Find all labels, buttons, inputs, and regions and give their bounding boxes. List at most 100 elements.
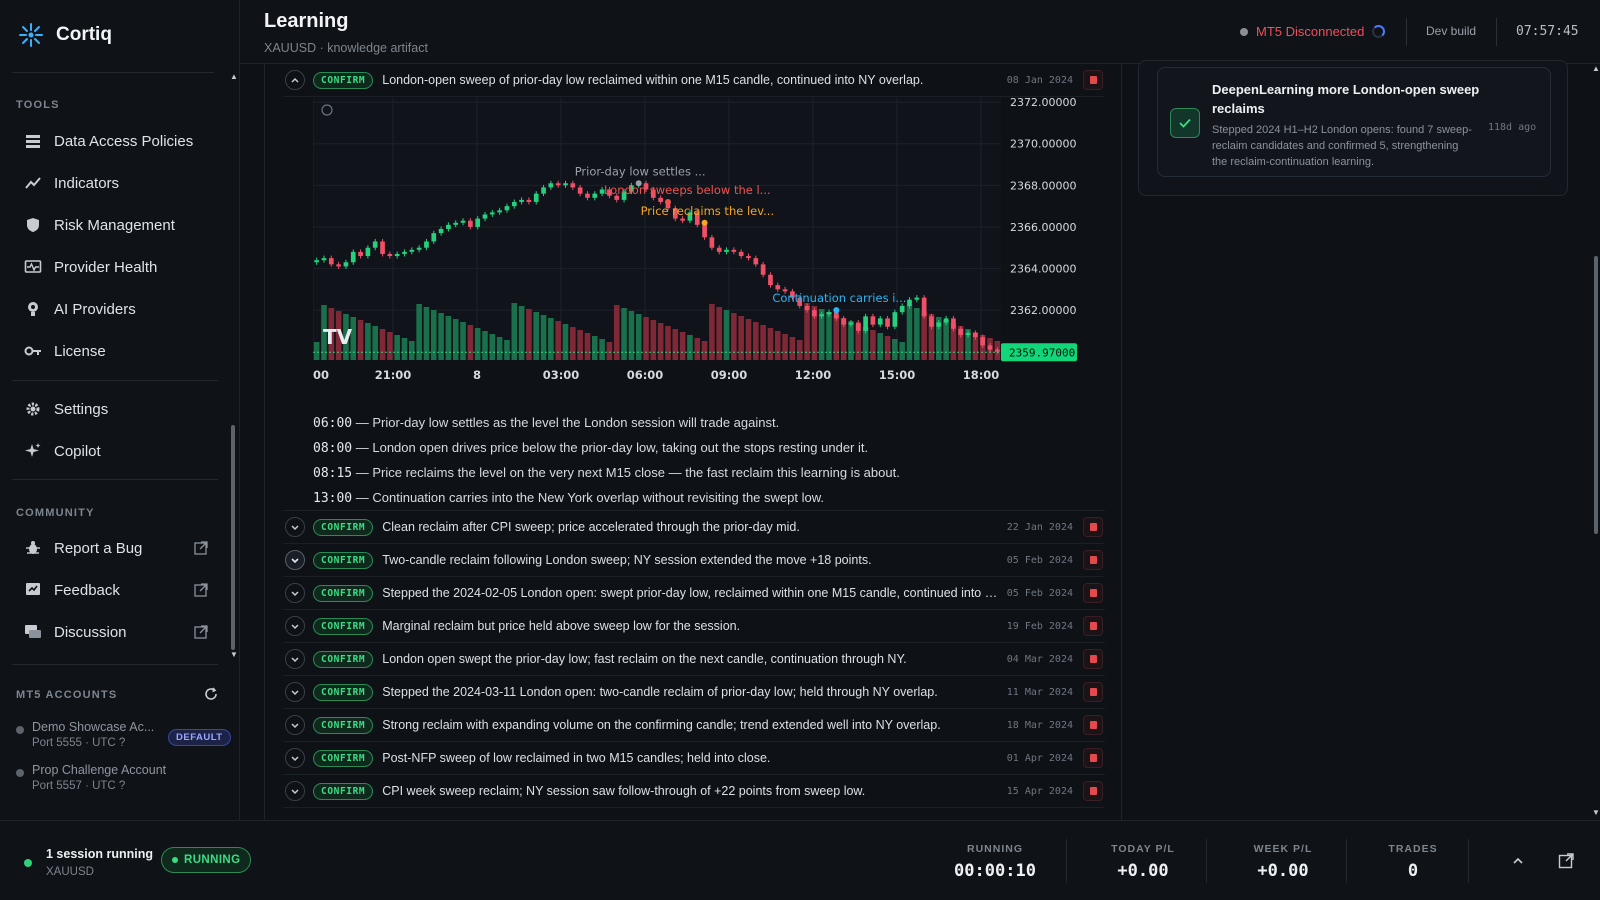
candle-body (468, 220, 473, 227)
collapse-button[interactable] (285, 70, 305, 90)
brand[interactable]: Cortiq (18, 22, 112, 48)
expand-button[interactable] (285, 682, 305, 702)
refresh-icon[interactable] (204, 687, 218, 701)
sidebar-item-data-access-policies[interactable]: Data Access Policies (24, 126, 210, 156)
confirm-tag: CONFIRM (313, 650, 374, 668)
candle-body (833, 312, 839, 319)
scroll-down-arrow-icon[interactable]: ▼ (230, 650, 238, 659)
sidebar-item-settings[interactable]: Settings (24, 394, 210, 424)
footer-status-bar: 1 session running XAUUSD RUNNING RUNNING… (0, 820, 1600, 900)
candle-body (592, 193, 598, 198)
section-title-community: COMMUNITY (16, 507, 95, 519)
learning-date: 22 Jan 2024 (1006, 521, 1073, 533)
volume-bar (796, 340, 803, 360)
stat-trades: TRADES 0 (1358, 843, 1468, 881)
learning-row[interactable]: CONFIRM Two-candle reclaim following Lon… (283, 544, 1105, 577)
expand-button[interactable] (285, 517, 305, 537)
price-chart[interactable]: 2359.97000 2372.00000 2370.00000 2368.00000… (312, 96, 1093, 418)
cortiq-logo-icon (19, 23, 43, 47)
delete-button[interactable] (1083, 550, 1103, 570)
delete-button[interactable] (1083, 715, 1103, 735)
sidebar-item-report-a-bug[interactable]: Report a Bug (24, 533, 210, 563)
account-item-demo-showcase[interactable]: Demo Showcase Ac... Port 5555 · UTC ? (16, 720, 154, 749)
account-item-prop-challenge[interactable]: Prop Challenge Account Port 5557 · UTC ? (16, 763, 166, 792)
divider (12, 479, 218, 480)
stat-label: TODAY P/L (1111, 843, 1175, 855)
scroll-up-arrow-icon[interactable]: ▲ (1592, 64, 1600, 73)
sidebar-item-risk-management[interactable]: Risk Management (24, 210, 210, 240)
session-title: 1 session running (46, 847, 153, 861)
expand-button[interactable] (285, 649, 305, 669)
delete-button[interactable] (1083, 616, 1103, 636)
delete-button[interactable] (1083, 583, 1103, 603)
volume-bar (767, 328, 774, 360)
volume-bar (482, 331, 488, 360)
scroll-up-arrow-icon[interactable]: ▲ (230, 72, 238, 81)
expand-button[interactable] (285, 616, 305, 636)
volume-bar (313, 342, 320, 360)
sidebar-item-label: License (54, 342, 106, 360)
sidebar-item-license[interactable]: License (24, 336, 210, 366)
delete-button[interactable] (1083, 682, 1103, 702)
delete-button[interactable] (1083, 517, 1103, 537)
candle-body (394, 253, 400, 257)
trash-icon (1089, 523, 1097, 531)
candle-body (438, 229, 444, 234)
sidebar-item-indicators[interactable]: Indicators (24, 168, 210, 198)
learning-row[interactable]: CONFIRM London open swept the prior-day … (283, 643, 1105, 676)
external-link-icon[interactable] (1558, 853, 1574, 869)
learning-row[interactable]: CONFIRM Clean reclaim after CPI sweep; p… (283, 511, 1105, 544)
learning-date: 01 Apr 2024 (1006, 752, 1073, 764)
expand-button[interactable] (285, 550, 305, 570)
confirm-tag: CONFIRM (313, 617, 374, 635)
volume-bar (409, 341, 415, 360)
chevron-up-icon[interactable] (1510, 853, 1526, 869)
sidebar-item-copilot[interactable]: Copilot (24, 436, 210, 466)
sidebar-item-provider-health[interactable]: Provider Health (24, 252, 210, 282)
sidebar-item-feedback[interactable]: Feedback (24, 575, 210, 605)
learning-text: London-open sweep of prior-day low recla… (382, 73, 924, 87)
volume-bar (460, 322, 466, 360)
sidebar-item-label: Discussion (54, 623, 127, 641)
candle-body (973, 332, 978, 338)
activity-panel: DeepenLearning more London-open sweep re… (1138, 60, 1568, 196)
learning-row[interactable]: CONFIRM CPI week sweep reclaim; NY sessi… (283, 775, 1105, 808)
trash-icon (1089, 589, 1097, 597)
candle-body (914, 297, 920, 300)
candlestick-chart[interactable]: 2359.97000 2372.00000 2370.00000 2368.00000… (312, 96, 1093, 418)
sidebar-item-ai-providers[interactable]: AI Providers (24, 294, 210, 324)
mt5-status[interactable]: MT5 Disconnected (1240, 24, 1386, 39)
activity-card[interactable]: DeepenLearning more London-open sweep re… (1157, 67, 1551, 177)
volume-bar (599, 339, 605, 360)
delete-button[interactable] (1083, 781, 1103, 801)
chevron-down-icon (291, 591, 299, 597)
expand-button[interactable] (285, 583, 305, 603)
sidebar-item-discussion[interactable]: Discussion (24, 617, 210, 647)
learning-row[interactable]: CONFIRM Strong reclaim with expanding vo… (283, 709, 1105, 742)
learning-row[interactable]: CONFIRM Stepped the 2024-02-05 London op… (283, 577, 1105, 610)
expand-button[interactable] (285, 781, 305, 801)
candle-body (541, 187, 546, 194)
delete-button[interactable] (1083, 748, 1103, 768)
learning-row[interactable]: CONFIRM Post-NFP sweep of low reclaimed … (283, 742, 1105, 775)
learning-row[interactable]: CONFIRM Marginal reclaim but price held … (283, 610, 1105, 643)
learning-row[interactable]: CONFIRM Stepped the 2024-03-11 London op… (283, 676, 1105, 709)
section-title-tools: TOOLS (16, 99, 60, 111)
activity-age: 118d ago (1488, 122, 1537, 133)
chevron-down-icon (291, 723, 299, 729)
volume-bar (401, 338, 408, 360)
candle-body (563, 183, 568, 186)
annotation-marker (701, 219, 708, 226)
scroll-down-arrow-icon[interactable]: ▼ (1592, 808, 1600, 817)
confirm-tag: CONFIRM (313, 518, 374, 536)
learning-row-expanded[interactable]: CONFIRM London-open sweep of prior-day l… (283, 64, 1105, 97)
trash-icon (1089, 76, 1097, 84)
volume-bar (789, 337, 796, 360)
expand-button[interactable] (285, 715, 305, 735)
delete-button[interactable] (1083, 649, 1103, 669)
delete-button[interactable] (1083, 70, 1103, 90)
sidebar: Cortiq ▲ ▼ TOOLS Data Access Policies In… (0, 0, 240, 820)
main-scrollbar[interactable] (1594, 256, 1598, 534)
expand-button[interactable] (285, 748, 305, 768)
sidebar-scrollbar[interactable] (231, 425, 235, 650)
